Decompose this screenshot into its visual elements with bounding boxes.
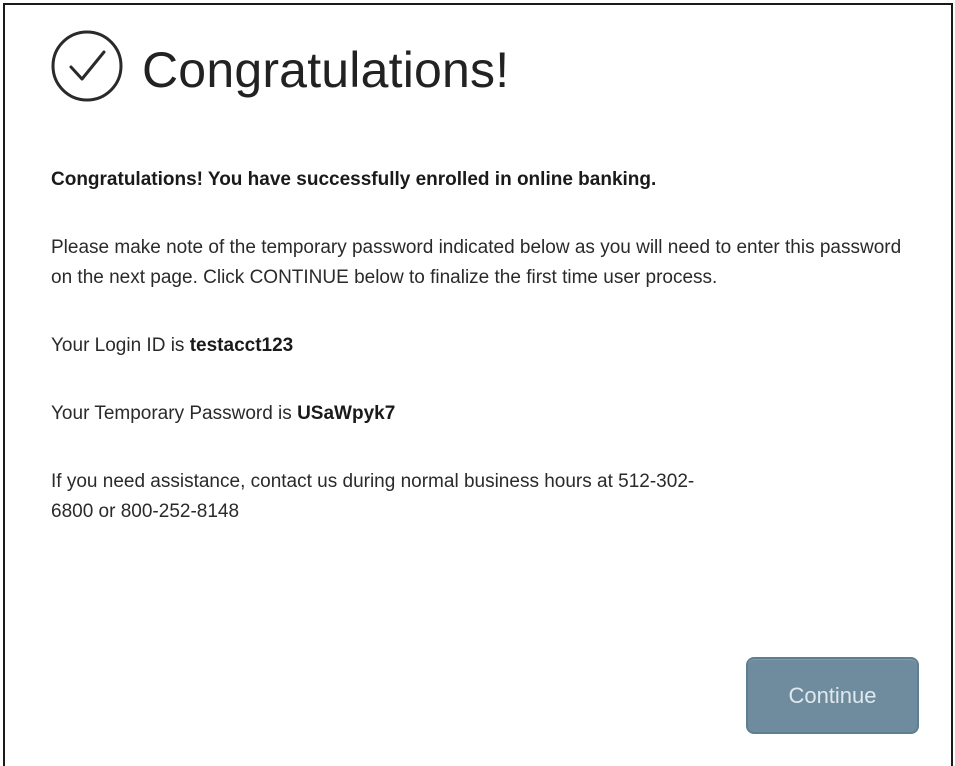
assistance-line-1: If you need assistance, contact us durin…: [51, 471, 695, 492]
continue-button[interactable]: Continue: [746, 657, 919, 734]
message-body: Congratulations! You have successfully e…: [51, 165, 911, 527]
check-circle-icon: [49, 28, 125, 104]
page-header: Congratulations!: [49, 21, 509, 111]
enrollment-success-panel: Congratulations! Congratulations! You ha…: [3, 3, 953, 766]
instructions-text: Please make note of the temporary passwo…: [51, 237, 902, 288]
assistance-line-2: 6800 or 800-252-8148: [51, 501, 240, 522]
page-title: Congratulations!: [142, 42, 510, 98]
login-id-label: Your Login ID is: [51, 335, 190, 356]
success-message: Congratulations! You have successfully e…: [51, 169, 657, 190]
login-id-value: testacct123: [189, 335, 294, 356]
login-id-line: Your Login ID is testacct123: [51, 331, 911, 361]
temp-password-value: USaWpyk7: [297, 403, 396, 424]
temp-password-line: Your Temporary Password is USaWpyk7: [51, 399, 911, 429]
assistance-text: If you need assistance, contact us durin…: [51, 467, 911, 527]
temp-password-label: Your Temporary Password is: [51, 403, 298, 424]
